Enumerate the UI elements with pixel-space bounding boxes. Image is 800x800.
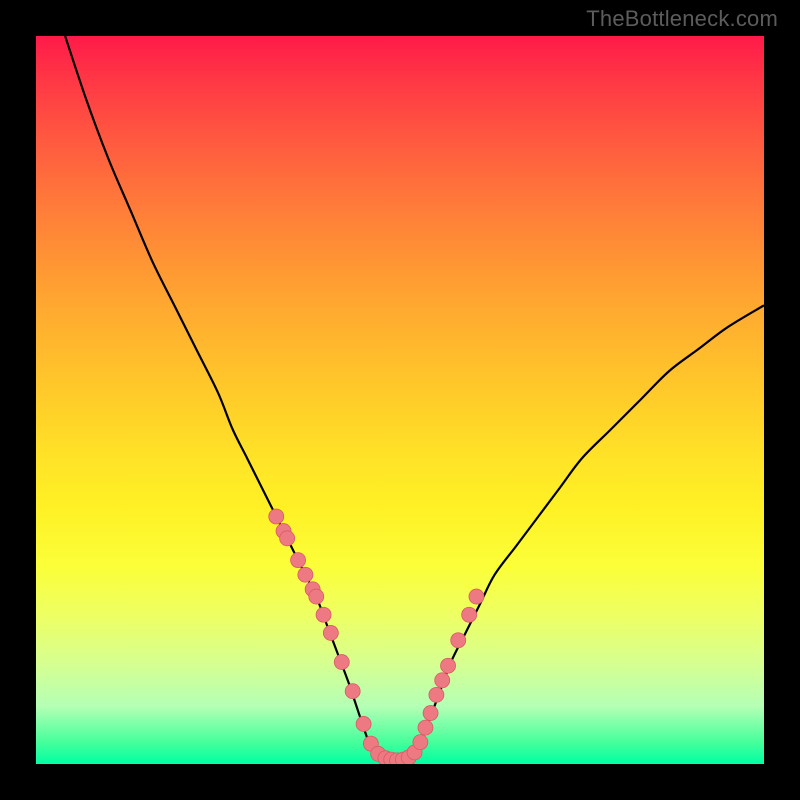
marker-point <box>323 625 338 640</box>
marker-point <box>316 607 331 622</box>
marker-point <box>413 735 428 750</box>
marker-point <box>418 720 433 735</box>
marker-point <box>280 531 295 546</box>
marker-point <box>334 655 349 670</box>
chart-frame: TheBottleneck.com <box>0 0 800 800</box>
marker-point <box>462 607 477 622</box>
curve-right-branch <box>420 305 764 742</box>
marker-point <box>423 706 438 721</box>
marker-point <box>435 673 450 688</box>
marker-point <box>441 658 456 673</box>
watermark-text: TheBottleneck.com <box>586 6 778 32</box>
marker-point <box>429 687 444 702</box>
curve-left-branch <box>65 36 369 742</box>
marker-point <box>269 509 284 524</box>
marker-point <box>345 684 360 699</box>
plot-area <box>36 36 764 764</box>
marker-group <box>269 509 484 764</box>
curve-layer <box>36 36 764 764</box>
marker-point <box>356 716 371 731</box>
marker-point <box>291 553 306 568</box>
marker-point <box>309 589 324 604</box>
marker-point <box>451 633 466 648</box>
marker-point <box>469 589 484 604</box>
marker-point <box>298 567 313 582</box>
